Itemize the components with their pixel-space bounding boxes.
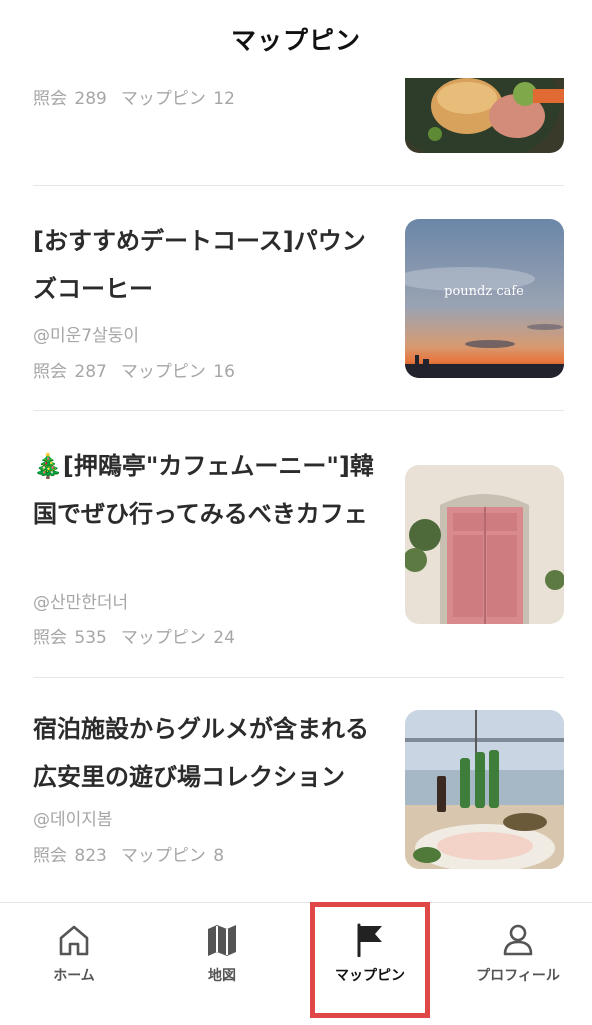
header: マップピン [0,0,592,78]
beach-sashimi-photo [405,710,564,869]
tab-map[interactable]: 地図 [148,903,296,1025]
tab-home[interactable]: ホーム [0,903,148,1025]
page-title: マップピン [230,26,361,55]
item-author: @산만한더너 [33,593,129,613]
tab-label: プロフィール [476,968,560,984]
list-item[interactable]: [おすすめデートコース]パウンズコーヒー @미운7살둥이 照会 287 マップピン… [33,186,564,410]
person-icon [503,924,533,956]
pink-door-photo [405,465,564,624]
item-title: 🎄[押鴎亭"カフェムーニー"]韓国でぜひ行ってみるべきカフェ [33,452,374,528]
item-title: [おすすめデートコース]パウンズコーヒー [33,227,366,303]
tab-profile[interactable]: プロフィール [444,903,592,1025]
item-thumbnail[interactable] [405,710,564,869]
map-icon [208,925,236,956]
item-author: @데이지봄 [33,810,113,830]
item-stats: 照会 535 マップピン 24 [33,628,235,648]
item-thumbnail[interactable]: poundz cafe [405,219,564,378]
sunset-city-photo: poundz cafe [405,219,564,378]
item-stats: 照会 287 マップピン 16 [33,362,235,382]
item-title: 宿泊施設からグルメが含まれる広安里の遊び場コレクション [33,715,369,791]
bottom-tab-bar: ホーム 地図 マップピン プロフィール [0,902,592,1024]
item-thumbnail[interactable] [405,465,564,624]
active-tab-highlight [310,902,430,1018]
item-stats: 照会 823 マップピン 8 [33,846,225,866]
list-item[interactable]: 🎄[押鴎亭"カフェムーニー"]韓国でぜひ行ってみるべきカフェ @산만한더너 照会… [33,411,564,677]
tab-label: 地図 [208,968,236,984]
tab-label: ホーム [53,968,95,984]
item-author: @미운7살둥이 [33,326,140,346]
thumb-caption: poundz cafe [444,284,524,299]
list-item[interactable]: 宿泊施設からグルメが含まれる広安里の遊び場コレクション @데이지봄 照会 823… [33,678,564,902]
home-icon [59,925,89,956]
mappin-list: 照会 289 マップピン 12 [おすすめデートコース]パウンズコーヒー @미운7… [0,0,592,902]
item-stats: 照会 289 マップピン 12 [33,89,235,109]
